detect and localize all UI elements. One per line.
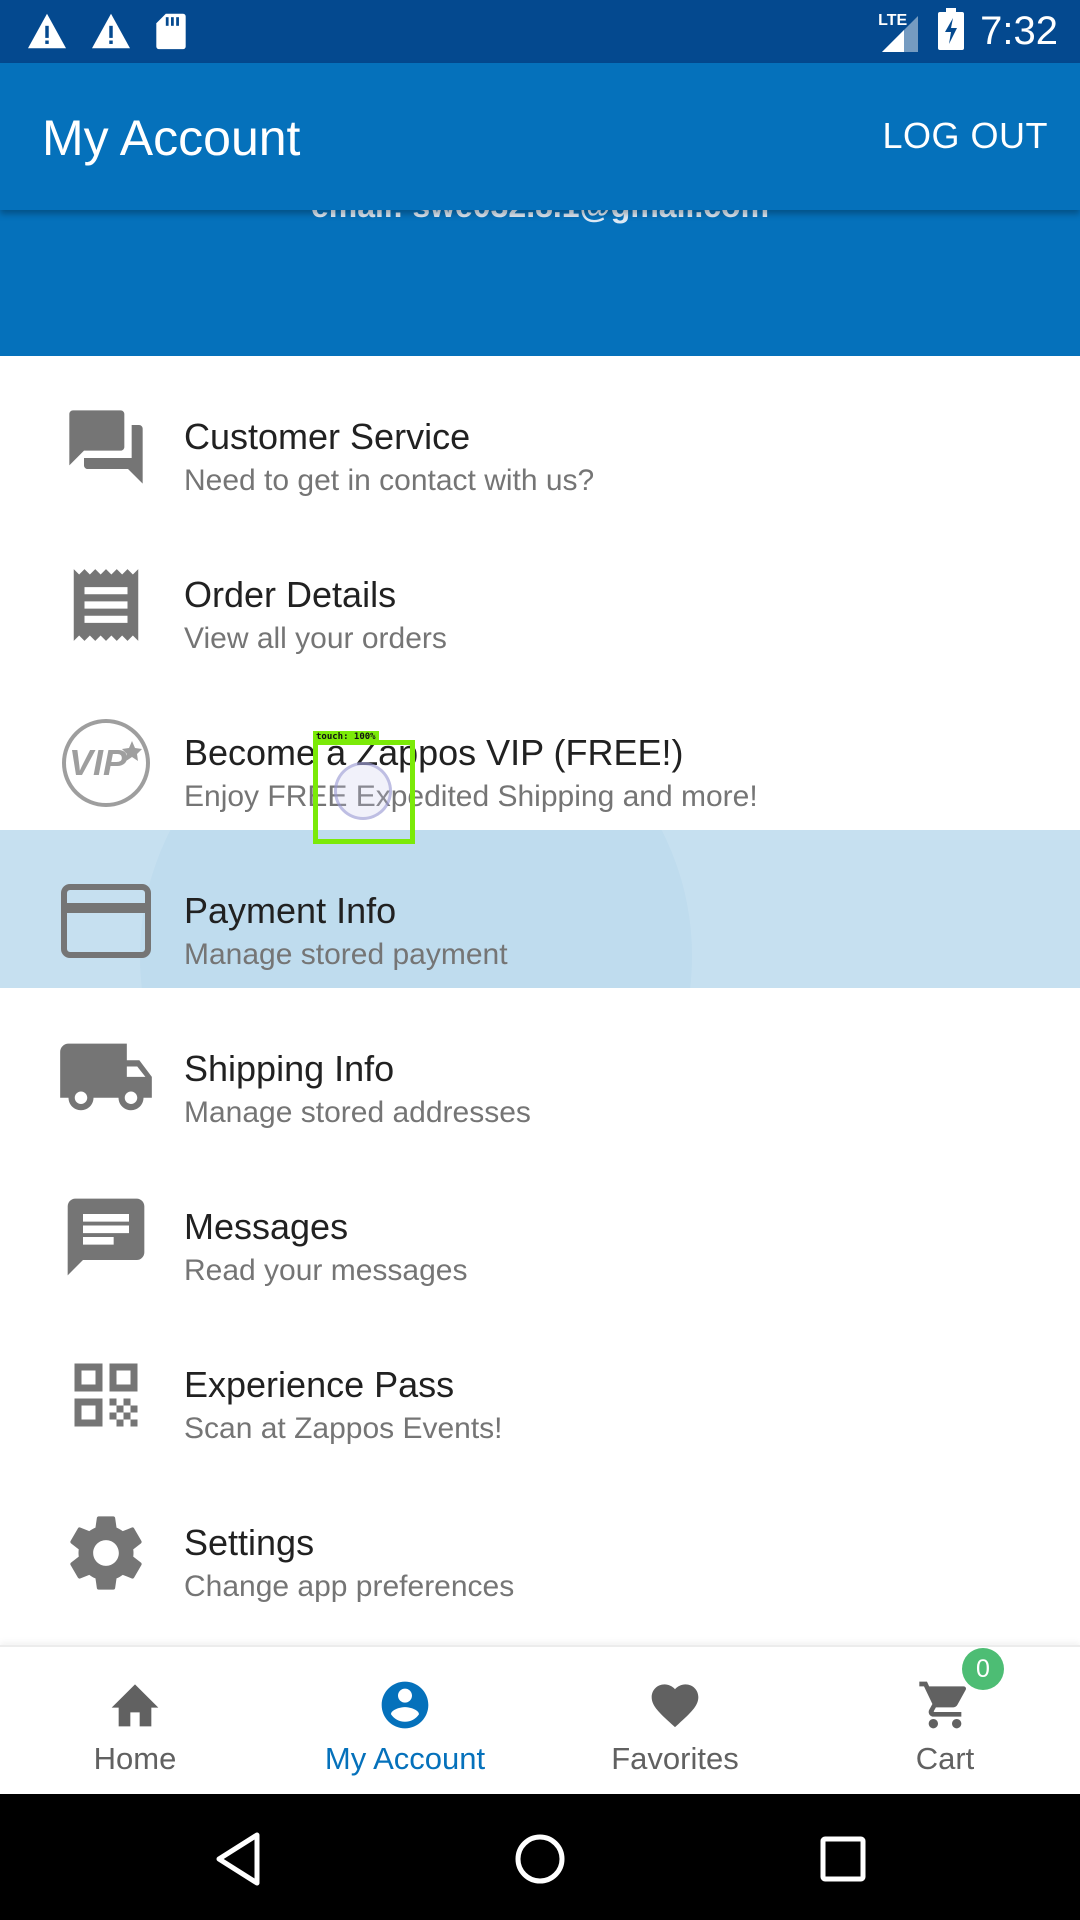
menu-item-subtitle: Read your messages [184,1254,468,1287]
cart-icon [810,1677,1080,1733]
account-email: email: swe032.8.1@gmail.com [0,210,1080,225]
menu-item-customer-service[interactable]: Customer Service Need to get in contact … [0,356,1080,514]
message-icon [56,1187,156,1287]
menu-item-vip[interactable]: VIP Become a Zappos VIP (FREE!) Enjoy FR… [0,672,1080,830]
battery-charging-icon [938,8,965,55]
menu-item-title: Shipping Info [184,1048,395,1089]
account-header: email: swe032.8.1@gmail.com [0,210,1080,356]
credit-card-icon [56,871,156,971]
menu-item-subtitle: Scan at Zappos Events! [184,1412,503,1445]
menu-item-settings[interactable]: Settings Change app preferences [0,1462,1080,1620]
menu-item-title: Messages [184,1206,349,1247]
warning-icon [26,12,68,55]
tab-label: Cart [915,1741,975,1776]
menu-item-subtitle: Manage stored addresses [184,1096,531,1129]
menu-item-title: Order Details [184,574,397,615]
clock: 7:32 [980,9,1058,53]
menu-item-messages[interactable]: Messages Read your messages [0,1146,1080,1304]
back-icon[interactable] [203,1824,273,1894]
home-icon [0,1677,270,1733]
recents-icon[interactable] [808,1824,878,1894]
tab-label: Favorites [611,1741,739,1776]
system-status: LTE 7:32 [878,8,1058,55]
tab-my-account[interactable]: My Account [270,1647,540,1796]
gear-icon [56,1503,156,1603]
menu-item-subtitle: Enjoy FREE Expedited Shipping and more! [184,780,758,813]
account-circle-icon [270,1677,540,1733]
system-navigation-bar [0,1794,1080,1920]
forum-icon [56,397,156,497]
truck-icon [56,1029,156,1129]
menu-item-payment-info[interactable]: Payment Info Manage stored payment [0,830,1080,988]
tab-favorites[interactable]: Favorites [540,1647,810,1796]
sd-card-icon [154,12,188,55]
menu-item-title: Settings [184,1522,315,1563]
tab-label: Home [93,1741,177,1776]
status-bar: LTE 7:32 [0,0,1080,63]
logout-button[interactable]: LOG OUT [882,115,1048,157]
menu-item-subtitle: Manage stored payment [184,938,508,971]
tab-label: My Account [324,1741,486,1776]
heart-icon [540,1677,810,1733]
qr-code-icon [56,1345,156,1445]
menu-item-title: Become a Zappos VIP (FREE!) [184,732,684,773]
receipt-icon [56,555,156,655]
menu-item-order-details[interactable]: Order Details View all your orders [0,514,1080,672]
account-menu-list: Customer Service Need to get in contact … [0,356,1080,1620]
menu-item-title: Experience Pass [184,1364,455,1405]
bottom-navigation: Home My Account Favorites Cart [0,1645,1080,1794]
app-bar: My Account LOG OUT [0,63,1080,210]
tab-home[interactable]: Home [0,1647,270,1796]
vip-icon: VIP [56,713,156,813]
home-circle-icon[interactable] [505,1824,575,1894]
menu-item-subtitle: View all your orders [184,622,447,655]
notification-icons [26,12,188,55]
menu-item-experience-pass[interactable]: Experience Pass Scan at Zappos Events! [0,1304,1080,1462]
menu-item-subtitle: Need to get in contact with us? [184,464,595,497]
page-title: My Account [42,110,301,166]
svg-text:VIP: VIP [69,742,128,783]
menu-item-title: Customer Service [184,416,471,457]
menu-item-shipping-info[interactable]: Shipping Info Manage stored addresses [0,988,1080,1146]
lte-signal-icon: LTE [878,10,922,54]
cart-count-badge: 0 [962,1648,1004,1690]
warning-icon [90,12,132,55]
tab-cart[interactable]: Cart [810,1647,1080,1796]
touch-point [334,762,392,820]
menu-item-subtitle: Change app preferences [184,1570,515,1603]
menu-item-title: Payment Info [184,890,397,931]
